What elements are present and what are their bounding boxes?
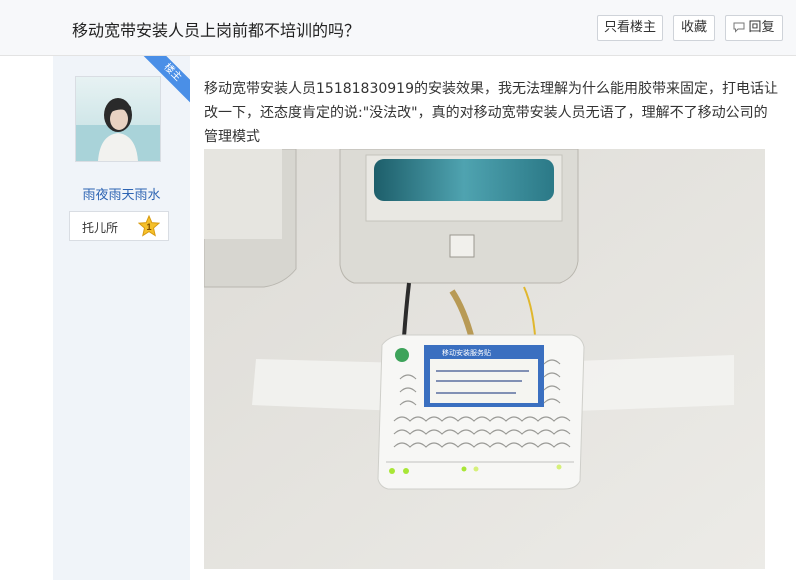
level-number: 1 [146, 222, 151, 232]
author-name[interactable]: 雨夜雨天雨水 [53, 184, 190, 203]
author-level[interactable]: 托儿所 1 [69, 211, 169, 241]
author-sidebar: 楼主 雨夜雨天雨水 托儿所 1 [53, 56, 190, 580]
router-sticker-label: 移动安装服务贴 [442, 348, 491, 357]
favorite-button[interactable]: 收藏 [673, 15, 715, 41]
post-content: 移动宽带安装人员15181830919的安装效果，我无法理解为什么能用胶带来固定… [204, 81, 778, 145]
router-photo: 移动安装服务贴 [204, 149, 765, 569]
reply-label: 回复 [748, 20, 775, 35]
reply-button[interactable]: 回复 [725, 15, 783, 41]
post-photo[interactable]: 移动安装服务贴 [204, 149, 765, 569]
level-star-icon: 1 [138, 215, 160, 237]
level-name: 托儿所 [82, 221, 119, 235]
only-op-button[interactable]: 只看楼主 [597, 15, 663, 41]
reply-icon [733, 22, 745, 33]
thread-title: 移动宽带安装人员上岗前都不培训的吗？ [72, 21, 361, 40]
avatar[interactable] [75, 76, 161, 162]
thread-header: 移动宽带安装人员上岗前都不培训的吗？ 只看楼主 收藏 回复 [0, 0, 796, 56]
avatar-image [76, 77, 160, 161]
